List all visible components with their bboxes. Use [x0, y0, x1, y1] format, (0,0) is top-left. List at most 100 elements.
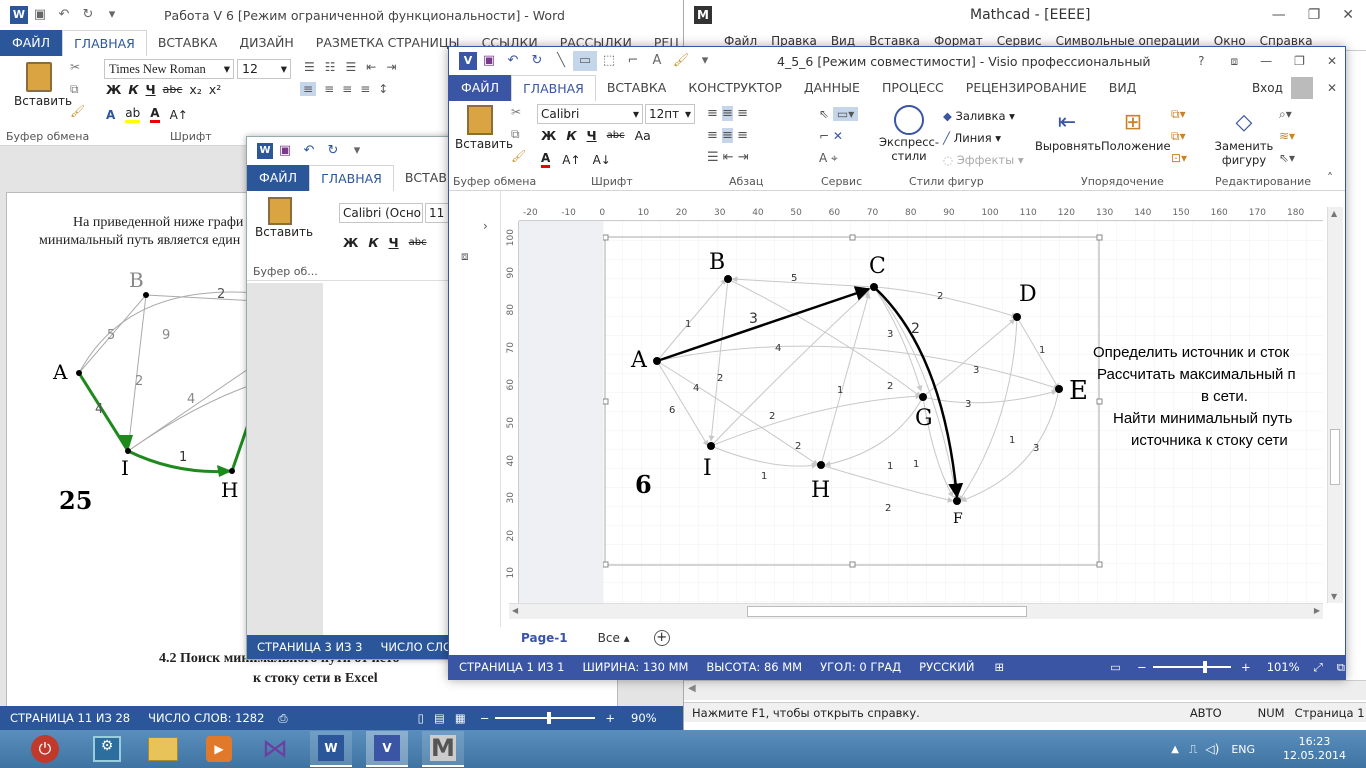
undo-icon[interactable]: ↶ [52, 5, 76, 25]
visio-connector-tool-icon[interactable]: ⌐ [819, 129, 829, 143]
visio-login[interactable]: Вход [1252, 81, 1283, 95]
align-right-icon[interactable]: ≡ [342, 82, 352, 96]
visio-customize-icon[interactable]: ▾ [693, 51, 717, 71]
justify-icon[interactable]: ≡ [360, 82, 370, 96]
visio-strike-button[interactable]: abc [607, 130, 625, 141]
layers-icon[interactable]: ≋▾ [1279, 129, 1295, 143]
select-icon[interactable]: ⇖▾ [1279, 151, 1295, 165]
word2-undo-icon[interactable]: ↶ [297, 141, 321, 161]
proofing-icon[interactable]: ⎙ [278, 711, 287, 726]
taskbar-power-button[interactable]: ⏻ [24, 731, 66, 767]
visio-align-right-icon[interactable]: ≡ [737, 128, 748, 143]
subscript-button[interactable]: x₂ [189, 82, 201, 97]
visio-minimize[interactable]: — [1260, 54, 1272, 68]
visio-tab-home[interactable]: ГЛАВНАЯ [511, 75, 596, 101]
visio-ribbon-options[interactable]: ⧈ [1231, 54, 1239, 69]
visio-align-top-icon[interactable]: ≡ [707, 106, 718, 121]
visio-text-icon[interactable]: A [645, 51, 669, 71]
visio-underline-button[interactable]: Ч [587, 128, 597, 143]
font-name-select[interactable]: Times New Roman ▾ [104, 59, 234, 79]
visio-fill-button[interactable]: ◆ Заливка ▾ [943, 105, 1033, 127]
visio-hscroll-thumb[interactable] [747, 606, 1027, 617]
visio-tab-view[interactable]: ВИД [1098, 75, 1148, 101]
visio-vscroll[interactable]: ▲ ▼ [1327, 207, 1343, 603]
word2-bold-button[interactable]: Ж [343, 235, 358, 250]
underline-button[interactable]: Ч [146, 82, 156, 97]
taskbar-explorer[interactable] [142, 731, 184, 767]
tab-design[interactable]: ДИЗАЙН [228, 30, 304, 56]
visio-collapse-ribbon[interactable]: ˄ [1327, 171, 1333, 185]
word2-save-icon[interactable]: ▣ [273, 141, 297, 161]
word2-word-count[interactable]: ЧИСЛО СЛОВ: 0 [380, 640, 455, 654]
visio-grow-font-icon[interactable]: A↑ [562, 153, 580, 167]
word2-underline-button[interactable]: Ч [389, 235, 399, 250]
highlight-icon[interactable]: ab [125, 106, 141, 123]
tab-home[interactable]: ГЛАВНАЯ [62, 30, 147, 56]
visio-rect-tool-icon[interactable]: ▭ [573, 51, 597, 71]
word2-customize-icon[interactable]: ▾ [345, 141, 369, 161]
format-painter-icon[interactable]: 🖌 [70, 104, 85, 118]
line-spacing-icon[interactable]: ↕ [378, 82, 388, 96]
word2-page-count[interactable]: СТРАНИЦА 3 ИЗ 3 [257, 640, 362, 654]
taskbar-mathcad[interactable]: M [422, 731, 464, 767]
visio-hscroll[interactable]: ◀ ▶ [509, 603, 1323, 619]
tray-language[interactable]: ENG [1231, 743, 1255, 756]
numbering-icon[interactable]: ☷ [325, 60, 336, 74]
visio-zoom-in[interactable]: + [1241, 660, 1251, 674]
visio-user-avatar[interactable] [1290, 77, 1313, 99]
visio-text-tool-icon[interactable]: A [819, 151, 827, 165]
strikethrough-button[interactable]: abc [163, 83, 183, 96]
visio-zoom-slider[interactable] [1152, 661, 1232, 673]
visio-fit-page-icon[interactable]: ⤢ [1314, 660, 1323, 675]
visio-position-button[interactable]: ⊞ Положение [1101, 107, 1171, 153]
word2-tab-insert[interactable]: ВСТАВК [394, 165, 455, 191]
font-size-select[interactable]: 12 ▾ [237, 59, 291, 79]
visio-line-tool-icon[interactable]: ╲ [549, 51, 573, 71]
tray-clock[interactable]: 16:23 12.05.2014 [1283, 735, 1346, 763]
visio-font-color-icon[interactable]: A [541, 151, 551, 168]
visio-italic-button[interactable]: К [566, 128, 576, 143]
word2-redo-icon[interactable]: ↻ [321, 141, 345, 161]
visio-case-icon[interactable]: Aa [635, 128, 651, 143]
visio-language[interactable]: РУССКИЙ [919, 660, 974, 674]
visio-help-button[interactable]: ? [1198, 54, 1204, 68]
visio-align-center-icon[interactable]: ≡ [722, 128, 733, 143]
visio-maximize[interactable]: ❐ [1294, 54, 1305, 68]
visio-paste-button[interactable]: Вставить [455, 105, 513, 151]
visio-align-bottom-icon[interactable]: ≡ [737, 106, 748, 121]
visio-replace-shape-button[interactable]: ◇ Заменить фигуру [1209, 107, 1279, 167]
visio-save-icon[interactable]: ▣ [477, 51, 501, 71]
visio-format-painter-icon[interactable]: 🖌 [669, 51, 693, 71]
visio-switch-windows-icon[interactable]: ⧉ [1337, 660, 1345, 675]
read-mode-icon[interactable]: ▯ [418, 711, 424, 725]
visio-zoom-level[interactable]: 101% [1267, 660, 1300, 674]
visio-shrink-font-icon[interactable]: A↓ [593, 153, 611, 167]
align-left-icon[interactable]: ≡ [300, 82, 317, 96]
word2-paste-button[interactable]: Вставить [255, 197, 313, 239]
group-icon[interactable]: ⊡▾ [1171, 151, 1187, 165]
decrease-indent-icon[interactable]: ⇤ [366, 60, 376, 74]
taskbar-visual-studio[interactable]: ⋈ [254, 731, 296, 767]
visio-align-middle-icon[interactable]: ≡ [722, 106, 733, 121]
all-pages-button[interactable]: Все ▴ [598, 631, 630, 645]
visio-zoom-out[interactable]: − [1137, 660, 1147, 674]
add-page-icon[interactable]: + [653, 630, 670, 646]
visio-font-name[interactable]: Calibri ▾ [537, 104, 643, 124]
web-layout-icon[interactable]: ▦ [455, 711, 466, 725]
word2-tab-home[interactable]: ГЛАВНАЯ [309, 165, 394, 191]
font-color-icon[interactable]: A [150, 106, 160, 123]
word2-strike-button[interactable]: abc [409, 237, 427, 248]
visio-effects-button[interactable]: ◌ Эффекты ▾ [943, 149, 1033, 171]
taskbar-control-panel[interactable]: ⚙ [86, 731, 128, 767]
redo-icon[interactable]: ↻ [76, 5, 100, 25]
mathcad-hscroll[interactable]: ◀ [684, 680, 1366, 700]
cut-icon[interactable]: ✂ [70, 60, 80, 74]
mathcad-close[interactable]: ✕ [1342, 7, 1354, 23]
multilevel-icon[interactable]: ☰ [346, 60, 357, 74]
italic-button[interactable]: К [128, 82, 138, 97]
save-icon[interactable]: ▣ [28, 5, 52, 25]
visio-tab-insert[interactable]: ВСТАВКА [596, 75, 678, 101]
visio-page-count[interactable]: СТРАНИЦА 1 ИЗ 1 [459, 660, 564, 674]
visio-vscroll-thumb[interactable] [1330, 429, 1340, 485]
text-effects-icon[interactable]: A [106, 108, 115, 122]
